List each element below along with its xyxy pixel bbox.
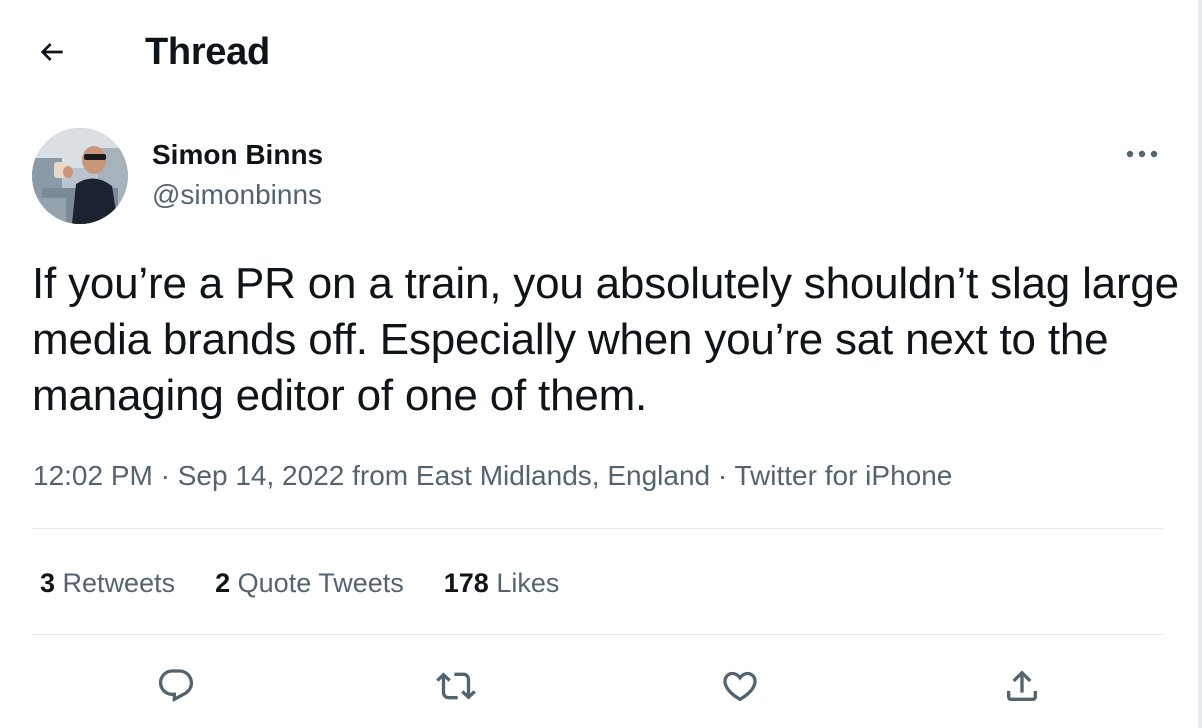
retweets-stat[interactable]: 3 Retweets <box>40 565 175 601</box>
retweets-label: Retweets <box>62 568 176 598</box>
author-handle[interactable]: @simonbinns <box>152 178 322 212</box>
scrollbar-edge <box>1198 0 1202 728</box>
more-horizontal-icon <box>1126 150 1158 158</box>
likes-label: Likes <box>496 568 560 598</box>
meta-separator: · <box>717 460 728 491</box>
quote-tweets-stat[interactable]: 2 Quote Tweets <box>215 565 404 601</box>
reply-icon <box>158 669 194 703</box>
reply-button[interactable] <box>150 660 202 712</box>
retweet-button[interactable] <box>430 660 482 712</box>
arrow-left-icon <box>40 43 63 61</box>
author-name[interactable]: Simon Binns <box>152 138 323 172</box>
tweet-date[interactable]: Sep 14, 2022 <box>178 460 345 491</box>
top-bar: Thread <box>0 0 1198 100</box>
quotes-label: Quote Tweets <box>237 568 404 598</box>
divider <box>32 528 1164 529</box>
tweet-source[interactable]: Twitter for iPhone <box>734 460 952 491</box>
quotes-count: 2 <box>215 568 231 598</box>
divider <box>32 634 1164 635</box>
tweet-actions <box>0 660 1198 714</box>
like-button[interactable] <box>714 660 766 712</box>
tweet-stats: 3 Retweets 2 Quote Tweets 178 Likes <box>40 565 559 601</box>
page-title: Thread <box>145 31 270 73</box>
tweet-text: If you’re a PR on a train, you absolutel… <box>32 259 1179 420</box>
tweet-time[interactable]: 12:02 PM <box>33 460 153 491</box>
tweet-location: from East Midlands, England <box>352 460 711 491</box>
likes-count: 178 <box>443 568 489 598</box>
back-button[interactable] <box>30 30 74 74</box>
retweet-icon <box>436 672 476 700</box>
likes-stat[interactable]: 178 Likes <box>444 565 560 601</box>
tweet-meta: 12:02 PM · Sep 14, 2022 from East Midlan… <box>33 458 952 494</box>
avatar-image <box>32 128 128 224</box>
more-options-button[interactable] <box>1120 136 1164 172</box>
retweets-count: 3 <box>40 568 56 598</box>
avatar[interactable] <box>32 128 128 224</box>
share-button[interactable] <box>996 660 1048 712</box>
heart-icon <box>723 671 757 702</box>
share-icon <box>1007 670 1037 701</box>
meta-separator: · <box>160 460 170 491</box>
